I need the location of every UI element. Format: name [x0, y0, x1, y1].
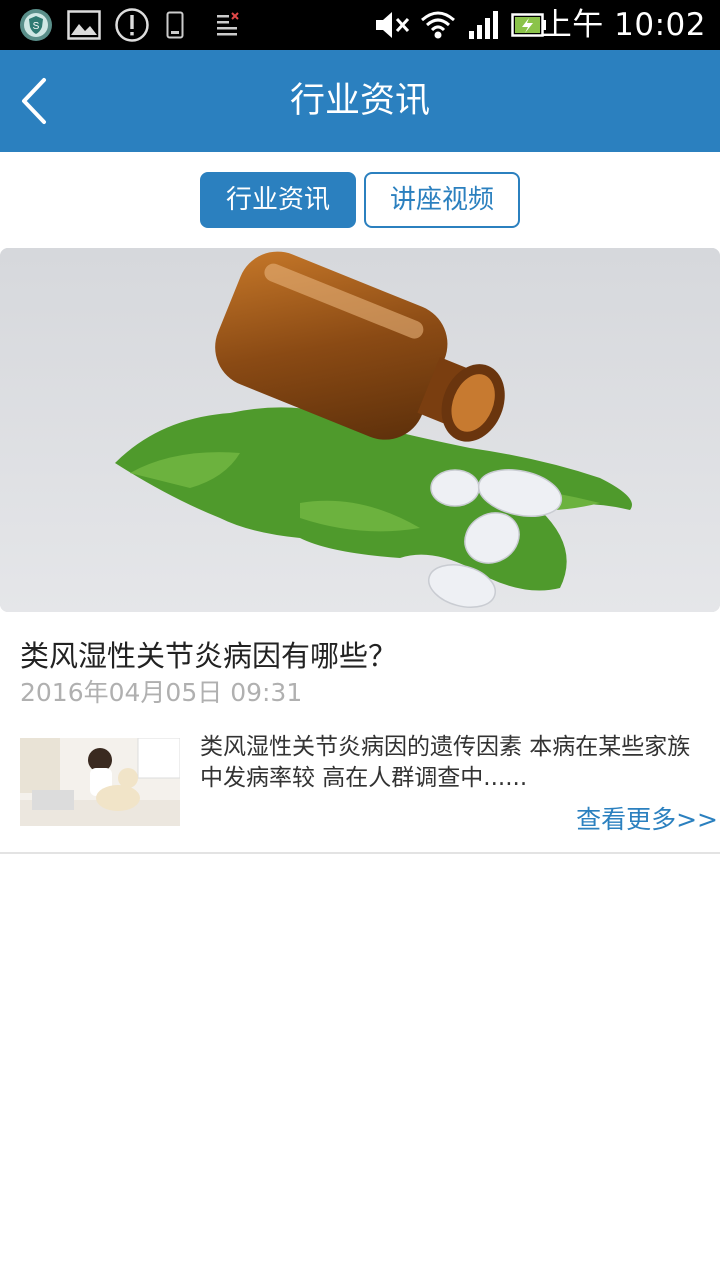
medicine-bottle-image: [0, 248, 720, 612]
status-time: 上午 10:02: [540, 7, 706, 43]
woman-with-dog-image: [20, 738, 180, 826]
task-list-notification-icon: [214, 7, 242, 43]
article-thumbnail[interactable]: [20, 738, 180, 826]
signal-icon: [466, 7, 502, 43]
article-summary: 类风湿性关节炎病因的遗传因素 本病在某些家族中发病率较 高在人群调查中.....…: [200, 734, 691, 791]
divider: [0, 852, 720, 854]
app-header: 行业资讯: [0, 50, 720, 152]
article-hero-image[interactable]: [0, 248, 720, 612]
article-date: 2016年04月05日 09:31: [20, 678, 303, 707]
mute-icon: [374, 7, 412, 43]
article-title[interactable]: 类风湿性关节炎病因有哪些？: [20, 636, 397, 676]
image-notification-icon: [66, 7, 102, 43]
status-bar: S 上午 10:02: [0, 0, 720, 50]
segmented-tabs: 行业资讯 讲座视频: [200, 172, 520, 228]
tab-lecture-videos[interactable]: 讲座视频: [364, 172, 520, 228]
svg-text:S: S: [33, 21, 40, 32]
tab-industry-news[interactable]: 行业资讯: [200, 172, 356, 228]
phone-notification-icon: [164, 7, 186, 43]
shield-app-icon: S: [18, 7, 54, 43]
alert-notification-icon: [114, 7, 150, 43]
view-more-link[interactable]: 查看更多>>: [576, 802, 718, 838]
page-title: 行业资讯: [289, 81, 430, 121]
wifi-icon: [420, 7, 456, 43]
